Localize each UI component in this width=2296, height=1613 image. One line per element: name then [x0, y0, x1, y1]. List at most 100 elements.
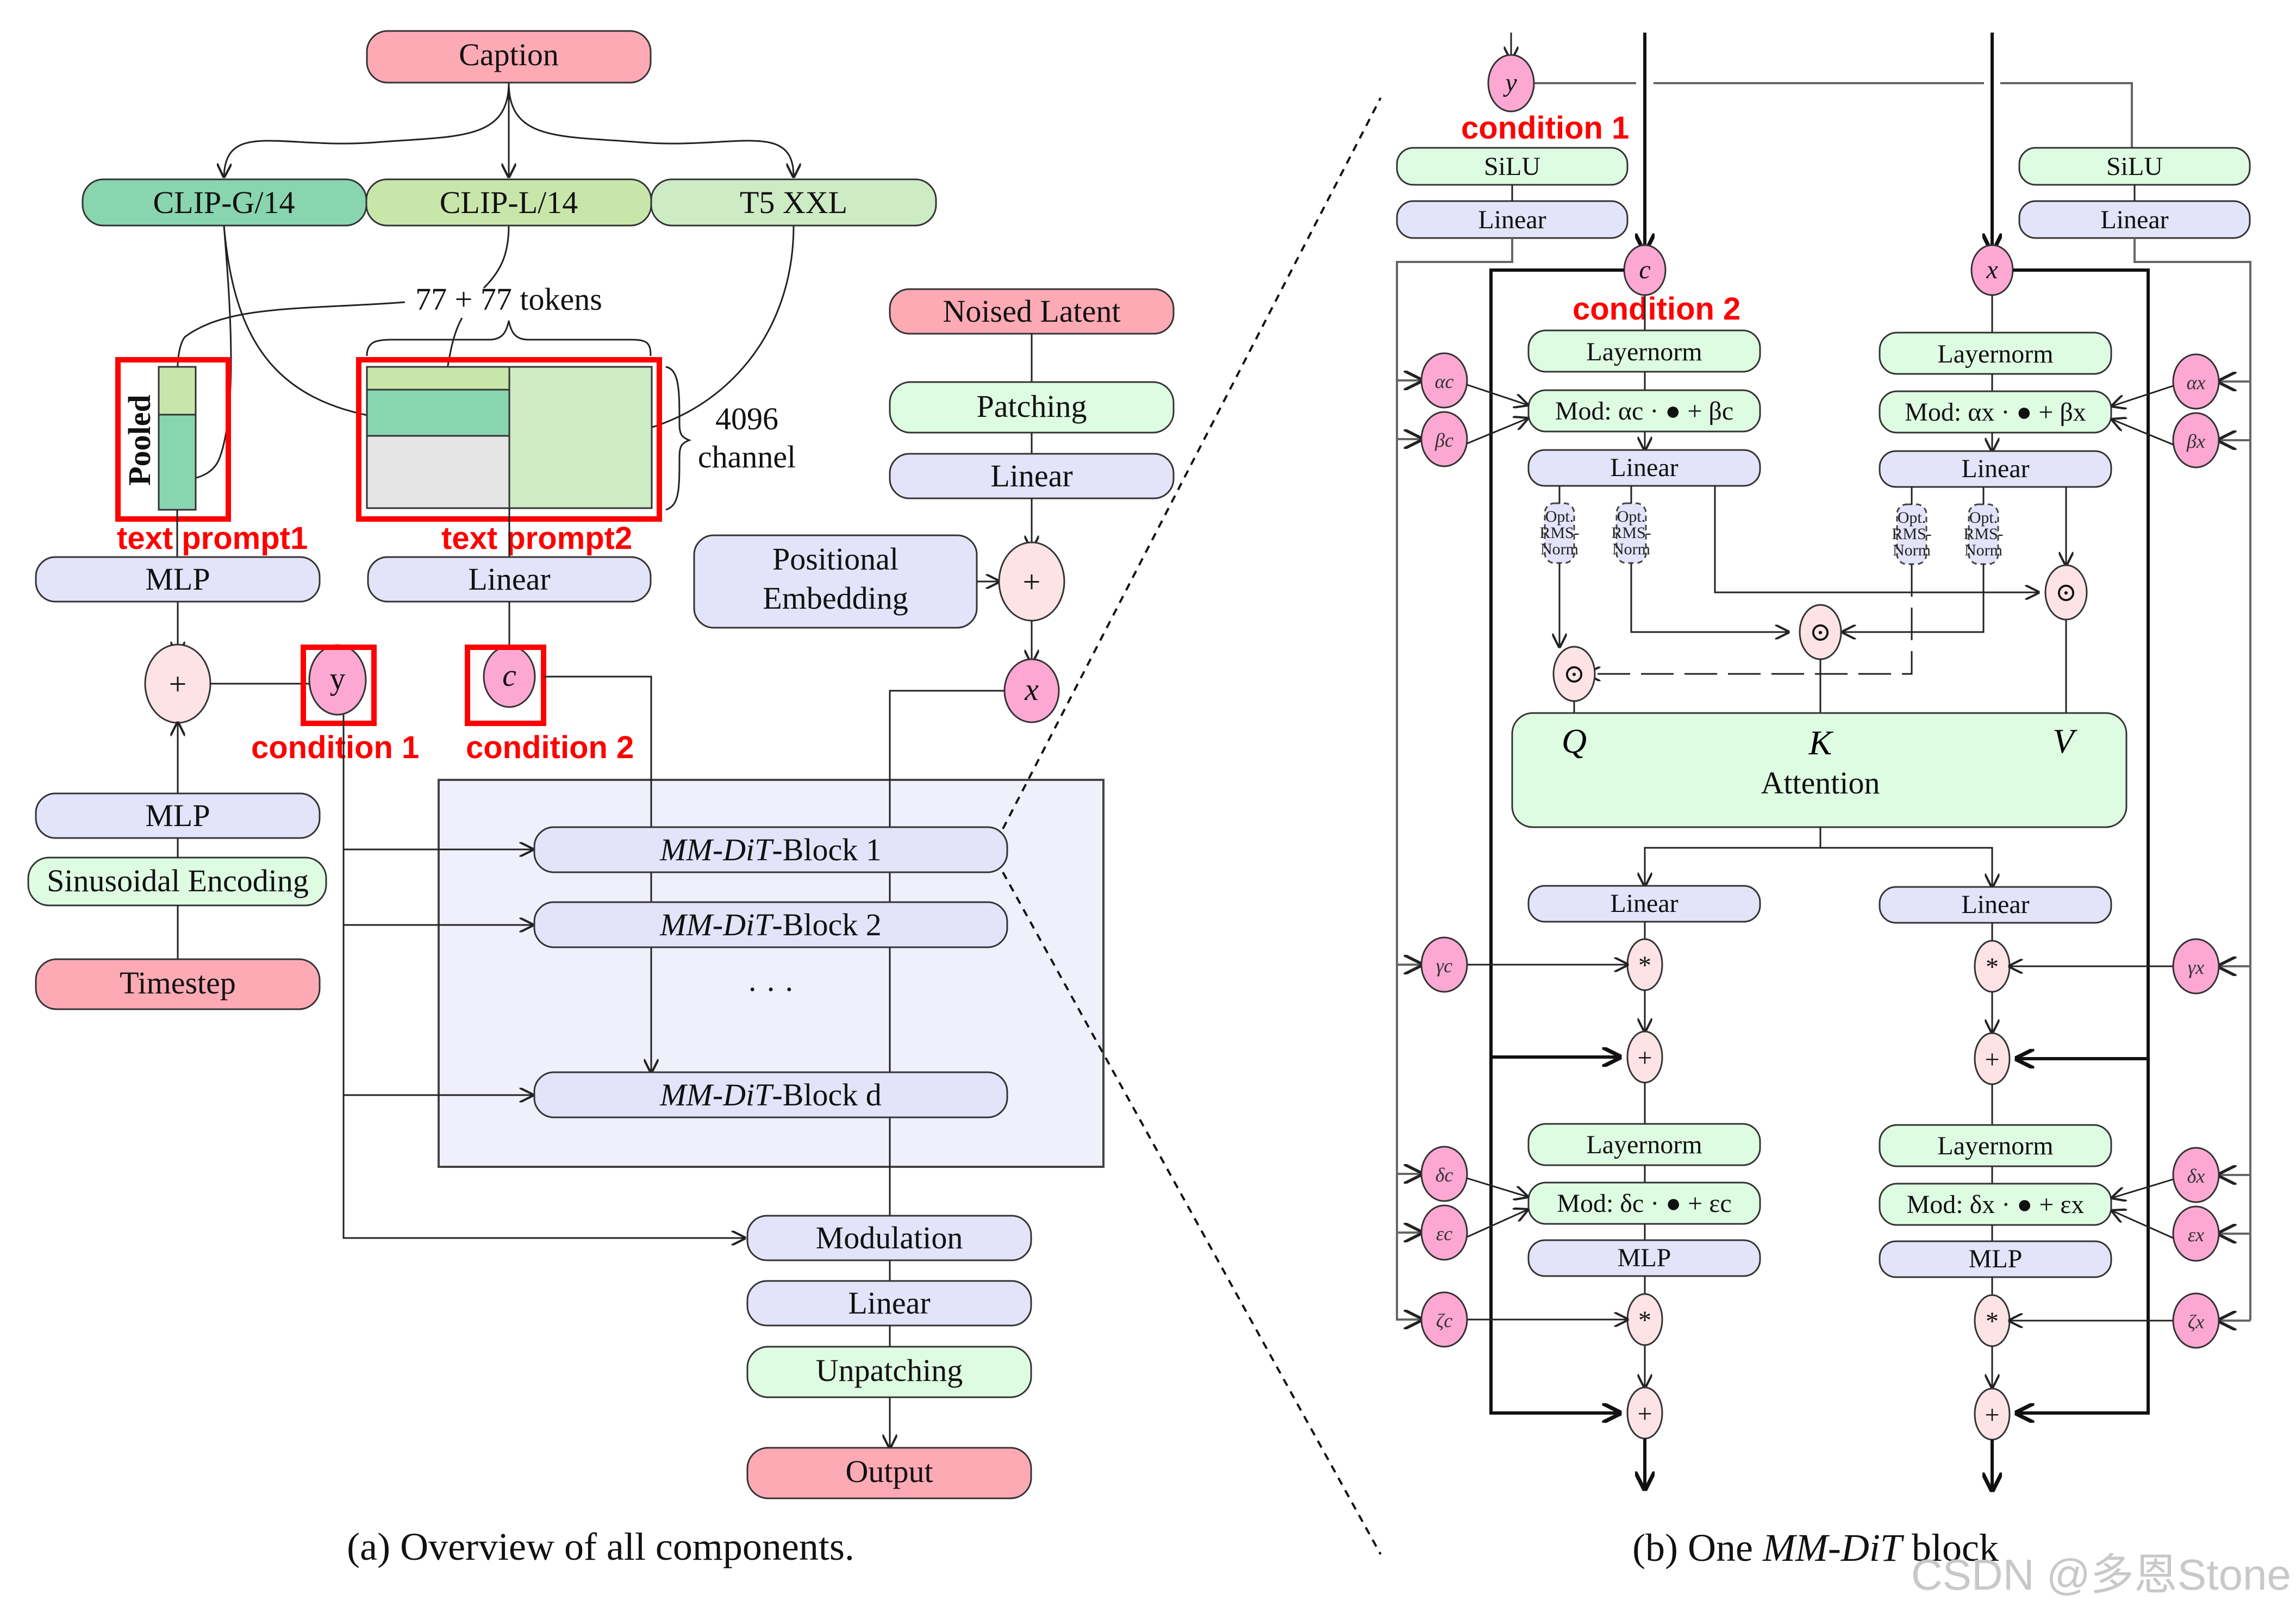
linear-qkv-x-label: Linear [1961, 454, 2029, 483]
channel-brace [665, 366, 692, 511]
x-variable-symbol-b: x [1986, 255, 1998, 284]
layernorm-c-1-label: Layernorm [1586, 337, 1702, 366]
delta-x-label: δx [2187, 1165, 2205, 1187]
output-label: Output [845, 1454, 933, 1489]
blocks-ellipsis: · · · [747, 972, 795, 1007]
alpha-c-label: αc [1435, 371, 1454, 392]
edge-epsilon-x-mod [2112, 1211, 2174, 1239]
opt-rms-text: RMS- [1611, 524, 1651, 542]
layernorm-x-2-label: Layernorm [1937, 1131, 2053, 1160]
unpatching-label: Unpatching [816, 1353, 963, 1388]
clip-l-label: CLIP-L/14 [440, 185, 578, 220]
mlp-c-label: MLP [1618, 1243, 1671, 1272]
mmdit-block-d[interactable]: MM-DiT-Block d [533, 1071, 1008, 1118]
gamma-x-label: γx [2188, 956, 2204, 978]
silu-linear-c-label: Linear [1478, 205, 1546, 234]
mmdit-block-2[interactable]: MM-DiT-Block 2 [533, 901, 1008, 948]
residual-add-c-1-symbol: + [1637, 1043, 1652, 1072]
gate-gamma-c-symbol: * [1638, 951, 1651, 980]
linear-context-label: Linear [468, 561, 550, 597]
linear-out-c-label: Linear [1610, 889, 1678, 918]
c-variable-symbol-b: c [1639, 255, 1650, 284]
residual-add-x-1-symbol: + [1985, 1045, 1999, 1074]
c-variable-symbol: c [502, 658, 516, 693]
gamma-c-label: γc [1436, 955, 1452, 977]
mod-c-2-label: Mod: δc · ● + εc [1557, 1189, 1731, 1218]
pooled-label: Pooled [122, 395, 157, 486]
edge-beta-x-mod [2112, 420, 2174, 446]
zoom-guide-bottom [1002, 872, 1382, 1555]
gate-gamma-x-symbol: * [1986, 953, 1999, 981]
layernorm-x-1-label: Layernorm [1937, 340, 2053, 368]
mmdit-block-2-label: MM-DiT-Block 2 [659, 907, 882, 942]
edge-qx-odot [1587, 564, 1913, 674]
text-prompt2-annotation: text prompt2 [441, 521, 632, 556]
channel-label-2: channel [698, 439, 796, 474]
edge-clipg-tokens [223, 225, 386, 418]
edge-delta-c-mod [1467, 1177, 1527, 1197]
epsilon-c-label: εc [1436, 1223, 1452, 1245]
zeta-c-label: ζc [1436, 1310, 1453, 1331]
delta-c-label: δc [1436, 1164, 1453, 1186]
gate-zeta-c-symbol: * [1638, 1306, 1651, 1335]
watermark: CSDN @多恩Stone [1911, 1551, 2291, 1599]
edge-attn-linear-c [1645, 827, 1821, 886]
mmdit-block-d-label: MM-DiT-Block d [659, 1077, 882, 1112]
caption-node-label: Caption [459, 37, 559, 72]
overview-panel: Caption CLIP-G/14 CLIP-L/14 T5 XXL 77 + … [27, 30, 1175, 1568]
patching-label: Patching [977, 389, 1087, 424]
silu-linear-x-label: Linear [2100, 205, 2168, 234]
odot-q-symbol: ⊙ [1563, 660, 1585, 689]
mod-c-1-label: Mod: αc · ● + βc [1555, 397, 1733, 426]
opt-rms-text: Norm [1893, 541, 1931, 559]
silu-x-label: SiLU [2106, 152, 2163, 181]
opt-rms-text: Norm [1612, 540, 1650, 558]
gate-zeta-x-symbol: * [1986, 1307, 1999, 1336]
opt-rms-text: Opt. [1545, 508, 1574, 526]
opt-rms-text: RMS- [1539, 524, 1579, 542]
edge-kc-odot [1630, 563, 1788, 632]
noised-latent-label: Noised Latent [943, 293, 1121, 329]
linear-qkv-c-label: Linear [1610, 453, 1678, 482]
pooled-clip-g-segment [158, 414, 197, 511]
odot-k-symbol: ⊙ [1810, 618, 1831, 647]
edge-beta-c-mod [1467, 418, 1527, 445]
residual-add-c-2-symbol: + [1637, 1399, 1652, 1428]
clip-g-label: CLIP-G/14 [153, 185, 295, 220]
sinusoidal-encoding-label: Sinusoidal Encoding [47, 863, 309, 898]
edge-delta-x-mod [2112, 1178, 2174, 1198]
mlp-time-label: MLP [145, 798, 210, 833]
odot-v-symbol: ⊙ [2055, 578, 2077, 607]
mod-x-2-label: Mod: δx · ● + εx [1907, 1190, 2085, 1219]
token-clip-g-block [366, 389, 510, 437]
condition1-annotation: condition 1 [251, 730, 419, 765]
edge-caption-clipg [224, 82, 510, 177]
edge-caption-t5 [508, 82, 794, 177]
t5-label: T5 XXL [740, 185, 847, 220]
add-op-symbol: + [169, 666, 187, 702]
edge-alpha-c-mod [1467, 384, 1527, 405]
condition2-annotation: condition 2 [466, 730, 634, 765]
mmdit-architecture-diagram: Caption CLIP-G/14 CLIP-L/14 T5 XXL 77 + … [27, 30, 2291, 1599]
attention-label: Attention [1761, 765, 1880, 801]
alpha-x-label: αx [2187, 372, 2206, 393]
opt-rms-text: Norm [1964, 541, 2002, 559]
linear-latent-label: Linear [990, 458, 1072, 493]
edge-epsilon-c-mod [1467, 1210, 1527, 1238]
opt-rms-text: Norm [1540, 540, 1578, 558]
linear-out-x-label: Linear [1961, 890, 2029, 919]
token-t5-block [508, 366, 653, 509]
mmdit-block-1[interactable]: MM-DiT-Block 1 [533, 826, 1008, 873]
condition1-annotation-b: condition 1 [1461, 110, 1629, 146]
residual-add-x-2-symbol: + [1985, 1401, 1999, 1429]
condition2-annotation-b: condition 2 [1573, 291, 1740, 327]
mlp-pooled-label: MLP [145, 561, 210, 597]
opt-rms-text: Opt. [1617, 508, 1646, 526]
edge-kx-odot [1843, 564, 1985, 632]
epsilon-x-label: εx [2188, 1224, 2204, 1246]
x-variable-symbol: x [1024, 672, 1039, 707]
zeta-x-label: ζx [2188, 1311, 2205, 1333]
edge-alpha-x-mod [2112, 385, 2174, 406]
text-prompt1-annotation: text prompt1 [117, 521, 308, 556]
mod-x-1-label: Mod: αx · ● + βx [1905, 398, 2086, 427]
